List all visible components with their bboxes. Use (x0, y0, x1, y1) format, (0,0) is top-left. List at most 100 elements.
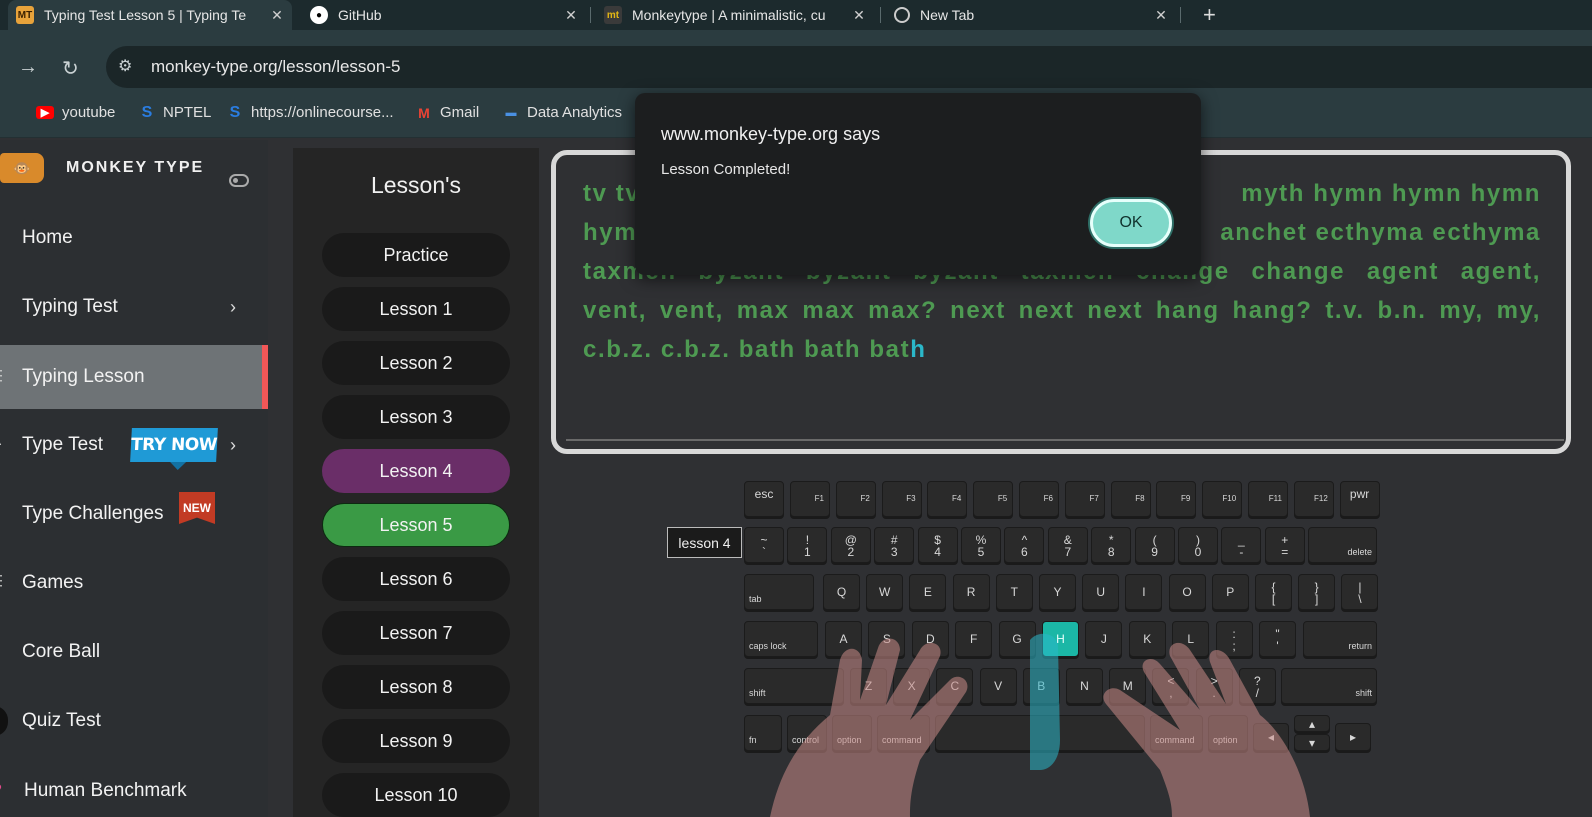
lesson-button[interactable]: Lesson 7 (322, 611, 510, 655)
lesson-button[interactable]: Lesson 10 (322, 773, 510, 817)
key: C (936, 668, 974, 704)
key-space (935, 715, 1145, 751)
key-delete: delete (1308, 527, 1377, 563)
lesson-button[interactable]: Lesson 1 (322, 287, 510, 331)
alert-dialog: www.monkey-type.org says Lesson Complete… (635, 93, 1201, 275)
lesson-button-current[interactable]: Lesson 5 (322, 503, 510, 547)
typed-line: anchet ecthyma ecthyma (1220, 219, 1541, 246)
key-fn: fn (744, 715, 782, 751)
key-letter: K (1143, 632, 1152, 646)
key-symbol: ; (1232, 639, 1236, 653)
close-icon[interactable]: ✕ (268, 7, 286, 24)
key-return: return (1303, 621, 1377, 657)
sidebar-item-typing-test[interactable]: ) Typing Test › (0, 276, 268, 338)
site-settings-icon[interactable]: ⚙ (118, 56, 136, 75)
close-icon[interactable]: ✕ (1152, 7, 1170, 24)
key: P (1211, 574, 1249, 610)
key-symbol: 0 (1194, 545, 1202, 559)
sidebar-item-typing-lesson[interactable]: ⋮ Typing Lesson (0, 345, 268, 409)
key-letter: Y (1053, 585, 1062, 599)
theme-toggle-icon[interactable] (229, 174, 249, 187)
key-label: command (882, 735, 922, 745)
tab-title: GitHub (338, 7, 382, 23)
browser-tab[interactable]: New Tab ✕ (886, 0, 1176, 30)
key-label: F10 (1222, 494, 1237, 503)
lesson-button-practice[interactable]: Practice (322, 233, 510, 277)
browser-tab[interactable]: MT Typing Test Lesson 5 | Typing Te ✕ (8, 0, 292, 30)
key-function: F9 (1156, 481, 1197, 517)
key-label: return (1348, 641, 1372, 651)
key: % 5 (961, 527, 1001, 563)
forward-arrow-icon[interactable]: → (18, 56, 38, 79)
lesson-button[interactable]: Lesson 9 (322, 719, 510, 763)
sidebar-item-label: Games (22, 572, 84, 593)
key: N (1066, 668, 1103, 704)
key-letter: U (1096, 585, 1106, 599)
key: ~ ` (744, 527, 784, 563)
bookmark-onlinecourses[interactable]: S https://onlinecourse... (227, 104, 394, 122)
bookmark-gmail[interactable]: M Gmail (416, 104, 479, 121)
key-function: F2 (835, 481, 876, 517)
key-letter: E (923, 585, 932, 599)
key-letter: A (839, 632, 848, 646)
typed-line: myth hymn hymn hymn (1241, 180, 1541, 207)
close-icon[interactable]: ✕ (562, 7, 580, 24)
lesson-button[interactable]: Lesson 2 (322, 341, 510, 385)
key: R (952, 574, 990, 610)
youtube-icon: ▶ (36, 106, 54, 119)
key-letter: ▴ (1308, 716, 1316, 731)
key-symbol: 9 (1151, 545, 1158, 559)
sidebar-item-core-ball[interactable]: ) Core Ball (0, 621, 268, 683)
sidebar-item-type-challenges[interactable]: Type Challenges (0, 483, 268, 545)
ok-button[interactable]: OK (1090, 199, 1172, 247)
key-active: H (1042, 621, 1079, 657)
key: I (1125, 574, 1163, 610)
sidebar-item-human-benchmark[interactable]: ● Human Benchmark (0, 760, 268, 817)
sidebar-item-home[interactable]: Home (0, 207, 268, 269)
key: <, (1152, 668, 1190, 704)
bookmark-data-analytics[interactable]: ▬ Data Analytics (503, 104, 623, 121)
lesson-button[interactable]: Lesson 8 (322, 665, 510, 709)
url-text[interactable]: monkey-type.org/lesson/lesson-5 (151, 57, 400, 77)
sidebar-item-label: Typing Lesson (22, 366, 145, 387)
grip-icon: ⋮ (0, 367, 8, 383)
reload-icon[interactable]: ↻ (62, 56, 79, 81)
key: E (909, 574, 947, 610)
key-function: F8 (1110, 481, 1151, 517)
key-label: option (837, 735, 862, 745)
sidebar-item-games[interactable]: ⋮ Games (0, 552, 268, 614)
key-function: F6 (1019, 481, 1059, 517)
key: $4 (917, 527, 958, 563)
monkey-logo-icon: 🐵 (0, 153, 44, 183)
key-symbol: ` (762, 545, 766, 559)
bookmark-label: NPTEL (163, 104, 212, 121)
key-letter: ▸ (1349, 730, 1357, 744)
key: @2 (830, 527, 871, 563)
key-label: tab (749, 594, 762, 604)
bookmark-nptel[interactable]: S NPTEL (139, 104, 212, 122)
type-test-icon: ٨ (0, 432, 6, 452)
monkey-type-favicon-icon: MT (16, 6, 34, 24)
key-function: F12 (1293, 481, 1334, 517)
browser-tab[interactable]: ● GitHub ✕ (302, 0, 586, 30)
address-bar[interactable]: ⚙ monkey-type.org/lesson/lesson-5 (106, 46, 1592, 88)
browser-tab[interactable]: mt Monkeytype | A minimalistic, cu ✕ (596, 0, 874, 30)
chevron-right-icon[interactable]: › (230, 297, 236, 318)
key: S (868, 621, 906, 657)
key-label: control (792, 735, 820, 745)
chevron-right-icon[interactable]: › (230, 435, 236, 456)
key: G (998, 621, 1036, 657)
bookmark-youtube[interactable]: ▶ youtube (36, 104, 115, 121)
new-tab-icon[interactable]: + (1203, 2, 1216, 28)
key-letter: T (1010, 585, 1018, 599)
brand[interactable]: 🐵 MONKEY TYPE (0, 153, 204, 183)
lesson-button[interactable]: Lesson 3 (322, 395, 510, 439)
sidebar-item-quiz-test[interactable]: Quiz Test (0, 690, 268, 752)
lesson-button-completed[interactable]: Lesson 4 (322, 449, 510, 493)
key-symbol: \ (1358, 592, 1362, 606)
key-symbol: 2 (847, 545, 855, 559)
key-option: option (832, 715, 872, 751)
key-letter: O (1182, 585, 1192, 599)
lesson-button[interactable]: Lesson 6 (322, 557, 510, 601)
close-icon[interactable]: ✕ (850, 7, 868, 24)
